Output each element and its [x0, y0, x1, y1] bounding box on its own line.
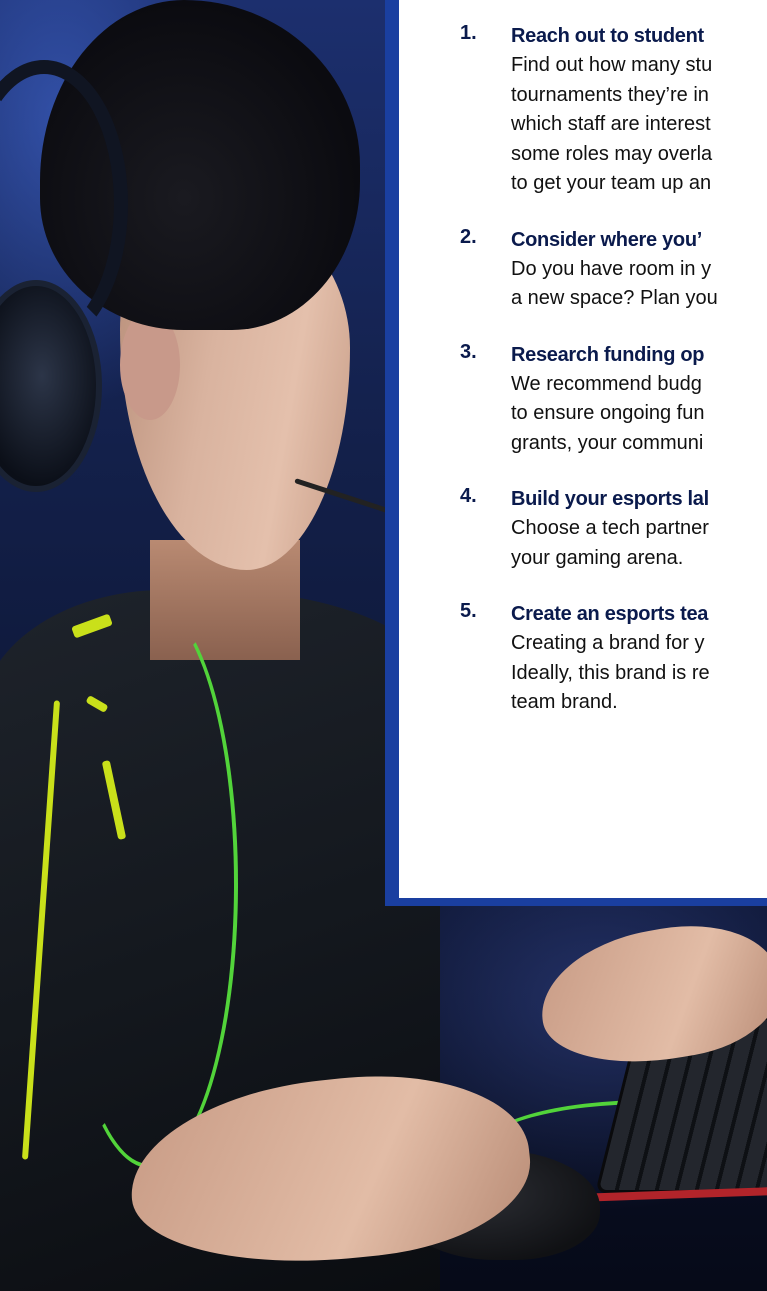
step-line: Choose a tech partner — [511, 517, 709, 539]
step-line: We recommend budg — [511, 372, 702, 395]
step-line: Find out how many stu — [511, 54, 713, 76]
step-line: a new space? Plan you — [511, 287, 718, 309]
step-item: 3. Research funding op We recommend budg… — [399, 341, 767, 459]
steps-list: 1. Reach out to student Find out how man… — [399, 22, 767, 745]
step-line: team brand. — [511, 691, 618, 713]
step-body: Creating a brand for y Ideally, this bra… — [511, 629, 767, 718]
step-line: which staff are interest — [511, 113, 711, 135]
step-item: 2. Consider where you’ Do you have room … — [399, 226, 767, 314]
step-number: 1. — [460, 22, 477, 44]
step-line: grants, your communi — [511, 431, 704, 454]
step-line: tournaments they’re in — [511, 83, 709, 106]
step-title: Build your esports lal — [511, 488, 709, 510]
step-item: 5. Create an esports tea Creating a bran… — [399, 600, 767, 718]
step-number: 3. — [460, 340, 477, 363]
step-number: 2. — [460, 225, 477, 248]
headphone-cable — [60, 600, 238, 1168]
step-title: Create an esports tea — [511, 603, 709, 625]
step-body: Choose a tech partner your gaming arena. — [511, 514, 767, 573]
step-item: 1. Reach out to student Find out how man… — [399, 22, 767, 199]
step-body: We recommend budg to ensure ongoing fun … — [511, 370, 767, 459]
step-line: to ensure ongoing fun — [511, 402, 705, 424]
steps-card: 1. Reach out to student Find out how man… — [399, 0, 767, 898]
step-line: some roles may overla — [511, 142, 713, 165]
step-number: 5. — [460, 600, 477, 622]
step-number: 4. — [460, 485, 477, 507]
step-line: Creating a brand for y — [511, 632, 705, 654]
step-body: Do you have room in y a new space? Plan … — [511, 255, 767, 314]
step-line: Do you have room in y — [511, 257, 712, 280]
step-line: to get your team up an — [511, 172, 712, 194]
step-item: 4. Build your esports lal Choose a tech … — [399, 485, 767, 573]
step-title: Consider where you’ — [511, 228, 703, 251]
step-line: your gaming arena. — [511, 546, 684, 569]
step-body: Find out how many stu tournaments they’r… — [511, 51, 767, 199]
step-title: Research funding op — [511, 343, 705, 366]
steps-panel: 1. Reach out to student Find out how man… — [385, 0, 767, 906]
step-title: Reach out to student — [511, 25, 704, 47]
step-line: Ideally, this brand is re — [511, 661, 710, 684]
